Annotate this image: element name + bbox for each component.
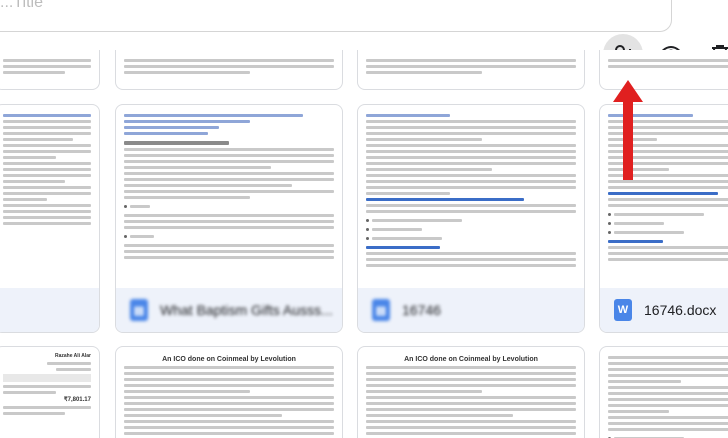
file-card[interactable] bbox=[0, 104, 100, 333]
file-card-footer: ▤ 16746 bbox=[358, 288, 584, 332]
file-card[interactable]: Razahe Ali Alar ₹7,801.17 bbox=[0, 346, 100, 438]
doc-bullet bbox=[608, 219, 728, 228]
doc-thumbnail: An ICO done on Coinmeal by Levolution bbox=[116, 347, 342, 438]
doc-bullet bbox=[124, 202, 334, 211]
invoice-name: Razahe Ali Alar bbox=[54, 353, 91, 359]
doc-bullet bbox=[366, 234, 576, 243]
file-card-footer: ▤ What Baptism Gifts Ausss... bbox=[116, 288, 342, 332]
doc-thumbnail bbox=[116, 50, 342, 89]
file-card[interactable]: ▤ What Baptism Gifts Ausss... bbox=[115, 104, 343, 333]
file-card-footer bbox=[0, 288, 99, 332]
doc-bullet bbox=[608, 228, 728, 237]
doc-heading: An ICO done on Coinmeal by Levolution bbox=[162, 356, 296, 363]
doc-bullet bbox=[608, 434, 728, 438]
file-name: 16746.docx bbox=[644, 302, 717, 318]
invoice-amount: ₹7,801.17 bbox=[63, 397, 91, 403]
file-card[interactable]: An ICO done on Coinmeal by Levolution bbox=[357, 346, 585, 438]
word-file-icon: W bbox=[614, 299, 632, 321]
file-card[interactable]: An ICO done on Coinmeal by Levolution bbox=[115, 346, 343, 438]
doc-bullet bbox=[366, 216, 576, 225]
file-card[interactable]: ▤ 16746 bbox=[357, 104, 585, 333]
file-card-partial[interactable] bbox=[0, 50, 100, 90]
file-browser: ...Title ▤ What Baptism Gifts Ausss... ▤… bbox=[0, 0, 728, 438]
doc-bullet bbox=[366, 225, 576, 234]
doc-thumbnail bbox=[0, 105, 99, 288]
file-card-partial[interactable] bbox=[115, 50, 343, 90]
file-card-footer: W 16746.docx bbox=[600, 288, 728, 332]
doc-thumbnail bbox=[358, 105, 584, 288]
page-title: ...Title bbox=[0, 0, 43, 11]
doc-thumbnail bbox=[600, 347, 728, 438]
doc-file-icon: ▤ bbox=[130, 299, 148, 321]
file-name: What Baptism Gifts Ausss... bbox=[160, 302, 333, 318]
file-card-partial[interactable] bbox=[357, 50, 585, 90]
search-field[interactable] bbox=[0, 0, 672, 32]
doc-thumbnail bbox=[116, 105, 342, 288]
file-name: 16746 bbox=[402, 302, 441, 318]
doc-heading: An ICO done on Coinmeal by Levolution bbox=[404, 356, 538, 363]
doc-file-icon: ▤ bbox=[372, 299, 390, 321]
doc-thumbnail: An ICO done on Coinmeal by Levolution bbox=[358, 347, 584, 438]
doc-bullet bbox=[608, 210, 728, 219]
doc-thumbnail bbox=[358, 50, 584, 89]
annotation-arrow-icon bbox=[613, 80, 643, 180]
file-card[interactable] bbox=[599, 346, 728, 438]
top-bar: ...Title bbox=[0, 0, 728, 32]
doc-bullet bbox=[124, 232, 334, 241]
invoice-thumbnail: Razahe Ali Alar ₹7,801.17 bbox=[0, 347, 99, 438]
doc-thumbnail bbox=[0, 50, 99, 89]
